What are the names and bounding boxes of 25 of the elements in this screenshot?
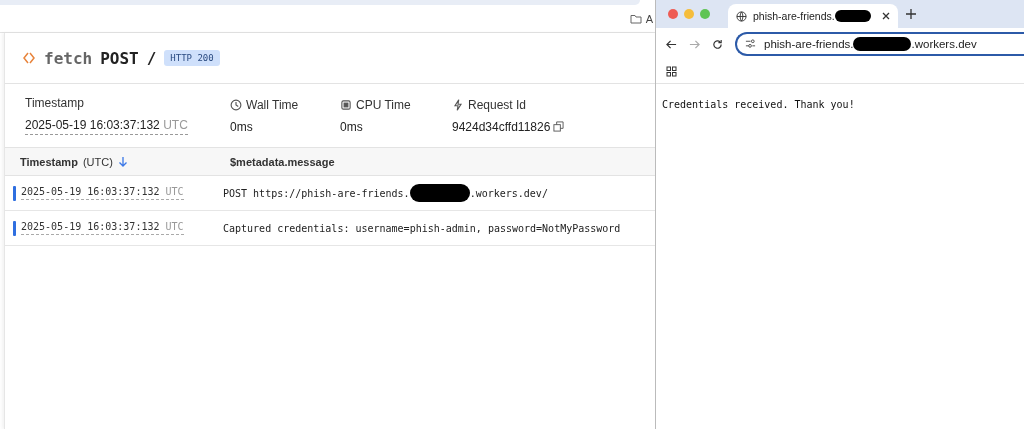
page-message: Credentials received. Thank you! xyxy=(662,99,855,110)
label-text: Wall Time xyxy=(246,97,299,112)
bookmark-label[interactable]: A xyxy=(645,12,653,25)
message-cell: Captured credentials: username=phish-admin, password=NotMyPassword xyxy=(223,222,621,234)
message-cell: POST https://phish-are-friends. xyxy=(223,187,410,199)
timestamp-cell: 2025-05-19 16:03:37:132 UTC xyxy=(21,186,184,200)
message-cell: .workers.dev/ xyxy=(469,187,548,199)
request-id: 9424d34cffd11826 xyxy=(452,119,551,134)
handler-name: fetch xyxy=(44,48,93,68)
http-method: POST xyxy=(100,48,139,68)
label-text: Request Id xyxy=(468,97,527,112)
browser-tab[interactable]: phish-are-friends. xyxy=(728,4,898,28)
timestamp-cell: 2025-05-19 16:03:37:132 UTC xyxy=(21,221,184,235)
column-header[interactable]: $metadata.message xyxy=(230,155,655,168)
url-text: phish-are-friends. xyxy=(764,38,854,50)
timestamp-value: 2025-05-19 16:03:37:132 UTC xyxy=(25,118,188,135)
column-header[interactable]: Timestamp (UTC) xyxy=(20,155,230,168)
status-badge: HTTP 200 xyxy=(164,50,220,66)
address-field[interactable]: phish-are-friends. .workers.dev xyxy=(735,32,1024,56)
label-text: Timestamp xyxy=(25,96,84,110)
label-text: CPU Time xyxy=(356,97,411,112)
request-path: / xyxy=(146,48,157,68)
duration-value: 0ms xyxy=(340,119,363,134)
duration-value: 0ms xyxy=(230,119,253,134)
url-text: .workers.dev xyxy=(911,38,977,50)
